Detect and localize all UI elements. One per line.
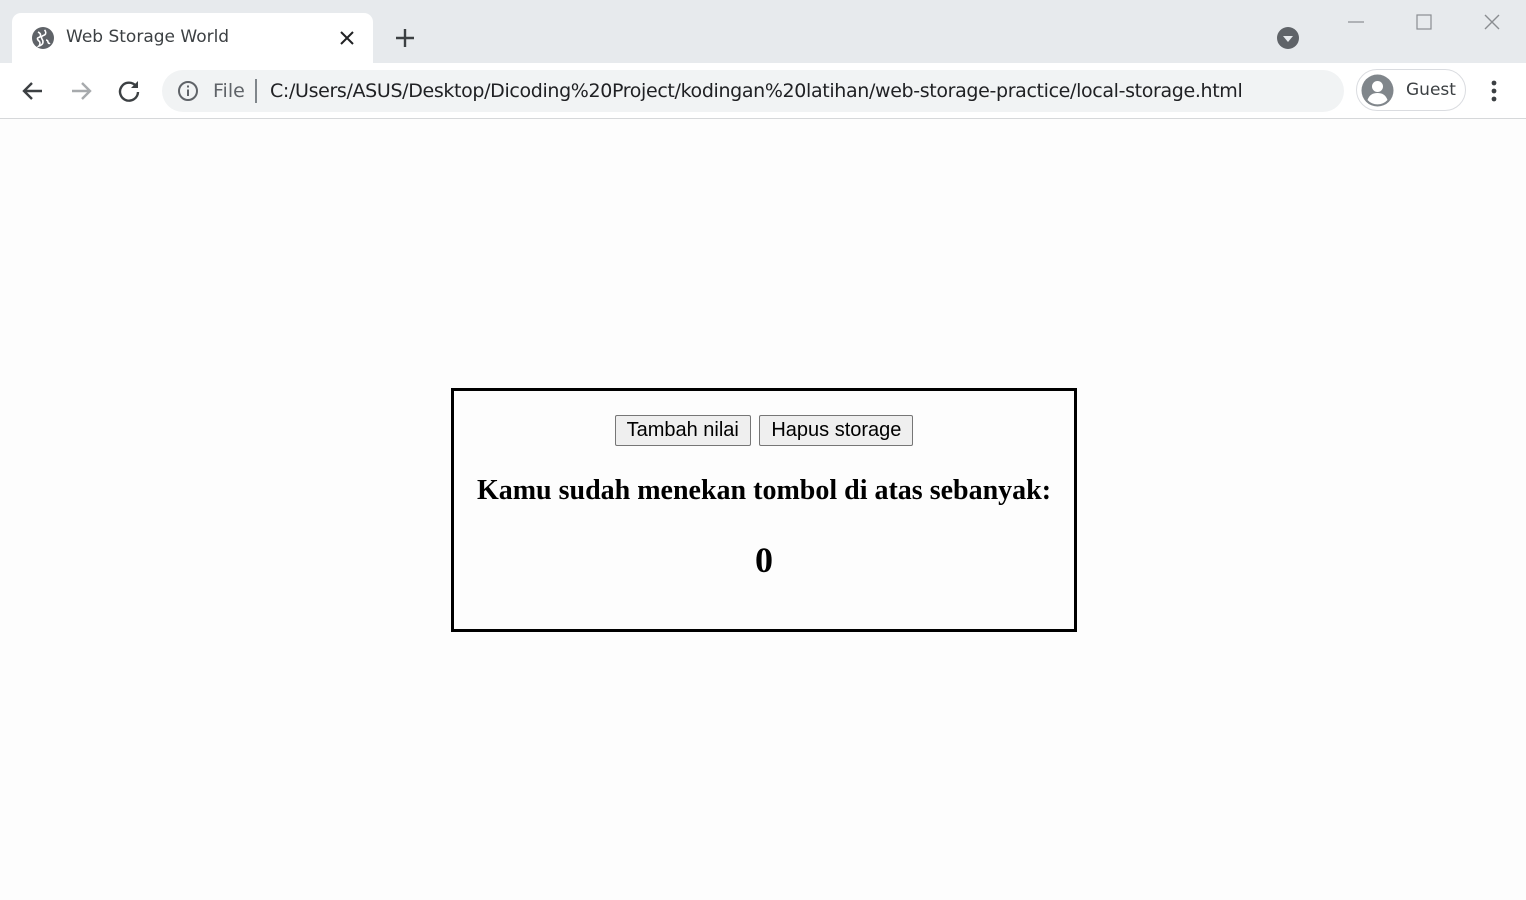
tab-strip: Web Storage World <box>0 0 1526 64</box>
maximize-icon[interactable] <box>1414 12 1434 32</box>
forward-arrow-icon[interactable] <box>67 77 95 105</box>
minimize-icon[interactable] <box>1346 12 1366 32</box>
back-arrow-icon[interactable] <box>19 77 47 105</box>
counter-card: Tambah nilai Hapus storage Kamu sudah me… <box>451 388 1077 632</box>
browser-toolbar: File C:/Users/ASUS/Desktop/Dicoding%20Pr… <box>0 63 1526 119</box>
info-icon[interactable] <box>177 80 199 102</box>
counter-value: 0 <box>755 540 773 580</box>
avatar-icon <box>1361 74 1394 107</box>
scheme-label: File <box>213 80 245 102</box>
close-icon[interactable] <box>338 29 356 47</box>
tab-search-icon[interactable] <box>1276 26 1300 50</box>
address-bar[interactable]: File C:/Users/ASUS/Desktop/Dicoding%20Pr… <box>162 70 1344 112</box>
window-close-icon[interactable] <box>1482 12 1502 32</box>
reload-icon[interactable] <box>115 77 143 105</box>
browser-tab[interactable]: Web Storage World <box>12 13 373 64</box>
button-row: Tambah nilai Hapus storage <box>454 415 1074 446</box>
tab-title: Web Storage World <box>66 27 230 47</box>
url-text[interactable]: C:/Users/ASUS/Desktop/Dicoding%20Project… <box>270 80 1243 102</box>
add-value-button[interactable]: Tambah nilai <box>614 415 751 446</box>
address-divider <box>255 79 257 103</box>
counter-message: Kamu sudah menekan tombol di atas sebany… <box>476 475 1052 506</box>
profile-label: Guest <box>1406 80 1456 100</box>
globe-icon <box>32 27 54 49</box>
kebab-menu-icon[interactable] <box>1482 77 1506 105</box>
profile-button[interactable]: Guest <box>1356 69 1466 111</box>
clear-storage-button[interactable]: Hapus storage <box>759 415 914 446</box>
plus-icon[interactable] <box>392 25 418 51</box>
